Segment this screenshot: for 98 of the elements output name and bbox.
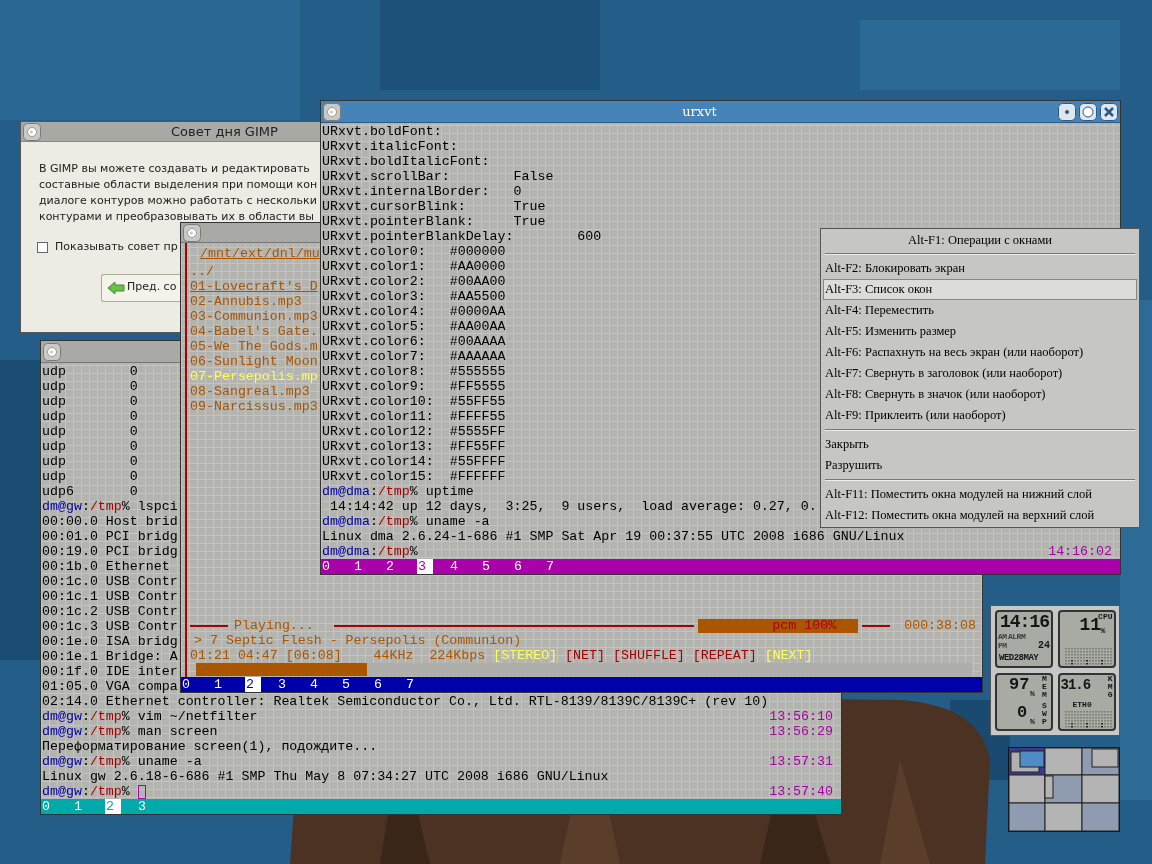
mode-indicator: [STEREO] [493, 647, 558, 665]
mode-indicator: [NET] [565, 646, 605, 665]
menu-item[interactable]: Alt-F8: Свернуть в значок (или наоборот) [823, 384, 1137, 405]
output-line: udp 0 [42, 408, 138, 426]
arrow-left-icon [107, 280, 125, 295]
swap-label: SWP [1042, 702, 1048, 726]
window-tab[interactable]: 3 [417, 559, 433, 574]
window-tab[interactable]: 0 [181, 677, 197, 692]
menu-item[interactable]: Alt-F6: Распахнуть на весь экран (или наоборот) [823, 342, 1137, 363]
cpu-unit: % [1100, 626, 1106, 635]
window-tab[interactable]: 4 [449, 559, 465, 574]
output-line: udp 0 [42, 468, 138, 486]
checkbox[interactable] [37, 241, 48, 253]
clock-seconds: 24 [1038, 640, 1050, 651]
menu-item[interactable]: Alt-F7: Свернуть в заголовок (или наоборот) [823, 363, 1137, 384]
output-line: 00:19.0 PCI bridg [42, 543, 178, 561]
pm-indicator: PM [998, 641, 1007, 650]
window-tab[interactable]: 3 [277, 677, 293, 692]
unit-label: M [1107, 683, 1113, 691]
am-indicator: AM [998, 632, 1007, 641]
window-tab[interactable]: 6 [513, 559, 529, 574]
window-tab[interactable]: 5 [481, 559, 497, 574]
prompt-line: dm@gw:/tmp% man screen [42, 723, 218, 741]
memory-unit: % [1030, 689, 1035, 698]
elapsed-time: 000:38:08 [904, 616, 976, 635]
maximize-icon[interactable] [1079, 102, 1097, 121]
menu-item[interactable]: Alt-F3: Список окон [823, 279, 1137, 300]
window-menu-icon[interactable] [23, 122, 41, 141]
network-graph-drawing [1064, 711, 1113, 729]
output-line: Переформатирование screen(1), подождите... [42, 738, 378, 756]
output-line: udp 0 [42, 378, 138, 396]
output-line: udp 0 [42, 453, 138, 471]
mode-indicator: [NEXT] [764, 646, 813, 665]
mode-indicator: [REPEAT] [692, 646, 757, 665]
window-tab[interactable]: 2 [385, 559, 401, 574]
output-line: udp 0 [42, 423, 138, 441]
window-tab[interactable]: 7 [405, 677, 421, 692]
menu-item[interactable]: Alt-F2: Блокировать экран [823, 258, 1137, 279]
window-menu-icon[interactable] [43, 342, 61, 361]
workspace-pager-drawing[interactable] [1008, 747, 1120, 832]
window-tab[interactable]: 1 [353, 559, 369, 574]
directory-path: /mnt/ext/dnl/mu [200, 245, 320, 263]
output-line: udp 0 [42, 362, 138, 381]
minimize-icon[interactable] [1058, 102, 1076, 121]
clock-date: WED28MAY [999, 653, 1039, 664]
menu-item[interactable]: Alt-F5: Изменить размер [823, 321, 1137, 342]
menu-item[interactable]: Закрыть [823, 434, 1137, 455]
timestamp: 14:16:02 [1048, 542, 1112, 561]
menu-item[interactable]: Разрушить [823, 455, 1137, 476]
window-tab[interactable]: 2 [245, 677, 261, 692]
swap-unit: % [1030, 717, 1035, 726]
output-line: 00:1e.1 Bridge: A [42, 648, 178, 666]
swap-value: 0 [1017, 703, 1028, 723]
output-line: udp 0 [42, 393, 138, 411]
output-line: udp6 0 [42, 483, 138, 501]
output-line: 14:14:42 up 12 days, 3:25, 9 users, load average: 0.27, 0. [328, 498, 817, 516]
window-menu-icon[interactable] [183, 223, 201, 242]
alarm-indicator: ALRM [1008, 632, 1026, 641]
previous-tip-button[interactable]: Пред. со [101, 273, 180, 302]
output-line: URxvt.pointerBlankDelay: 600 [322, 228, 602, 246]
menu-item[interactable]: Alt-F12: Поместить окна модулей на верхний слой [823, 505, 1137, 526]
timestamp: 13:57:31 [769, 752, 833, 771]
track-info: 01:21 04:47 [06:08] 44KHz 224Kbps [190, 647, 486, 665]
network-value: 31.6 [1060, 676, 1091, 694]
window-menu-icon[interactable] [323, 102, 341, 121]
now-playing: > 7 Septic Flesh - Persepolis (Communion) [194, 633, 522, 648]
window-tab[interactable]: 1 [213, 677, 229, 692]
window-tab[interactable]: 6 [373, 677, 389, 692]
window-title: Совет дня GIMP [171, 122, 278, 141]
output-line: udp 0 [42, 438, 138, 456]
window-tab[interactable]: 4 [309, 677, 325, 692]
status-text: Playing... [234, 616, 314, 635]
window-tab[interactable]: 5 [341, 677, 357, 692]
mode-indicator: [SHUFFLE] [613, 646, 685, 665]
window-tab[interactable]: 7 [545, 559, 561, 574]
unit-label: G [1107, 691, 1113, 699]
menu-item[interactable]: Alt-F9: Приклеить (или наоборот) [823, 405, 1137, 426]
menu-item[interactable]: Alt-F4: Переместить [823, 300, 1137, 321]
cpu-label: CPU [1098, 612, 1113, 621]
timestamp: 13:57:40 [769, 782, 833, 801]
prompt-line: dm@gw:/tmp% uname -a [42, 753, 202, 771]
clock-time: 14:16 [1000, 612, 1049, 632]
menu-header: Alt-F1: Операции с окнами [907, 232, 1053, 249]
prompt-line: dm@gw:/tmp% [42, 783, 130, 801]
volume-label: pcm 100% [772, 618, 837, 633]
window-tab[interactable]: 0 [321, 559, 337, 574]
prompt-line: dm@gw:/tmp% lspci [42, 498, 178, 516]
unit-label: K [1107, 675, 1113, 683]
close-icon[interactable] [1100, 102, 1118, 121]
interface-label: ETH0 [1072, 700, 1092, 709]
output-line: Linux gw 2.6.18-6-686 #1 SMP Thu May 8 07:34:27 UTC 2008 i686 GNU/Linux [42, 768, 609, 786]
menu-item[interactable]: Alt-F11: Поместить окна модулей на нижний слой [823, 484, 1137, 505]
prompt-line: dm@dma:/tmp% uname -a [322, 513, 490, 531]
window-title: urxvt [681, 102, 718, 121]
memory-label: MEM [1042, 675, 1048, 699]
cpu-graph-drawing [1064, 648, 1113, 666]
checkbox-label: Показывать совет пр [55, 239, 178, 255]
memory-value: 97 [1009, 675, 1030, 695]
